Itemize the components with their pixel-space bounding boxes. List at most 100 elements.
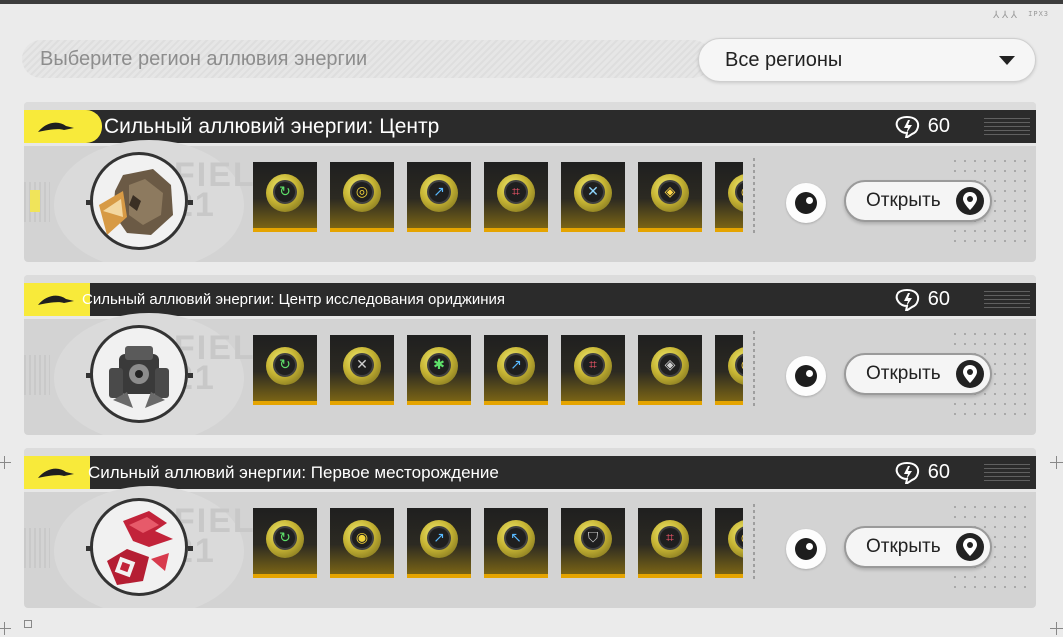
grid-glyph-icon: ⌗: [581, 353, 605, 377]
footer-box-icon: [24, 620, 32, 628]
separator: [753, 331, 755, 409]
energy-bolt-icon: [895, 115, 919, 138]
reward-item[interactable]: ↻: [253, 335, 317, 405]
bg-yellow-tab: [30, 190, 40, 212]
preview-button[interactable]: [786, 356, 826, 396]
card-title: Сильный аллювий энергии: Первое месторож…: [88, 463, 499, 482]
reward-item[interactable]: ✕: [330, 335, 394, 405]
crosshair-decoration-icon: [1050, 456, 1063, 469]
preview-eye-icon: [795, 365, 817, 387]
card-badge: [24, 110, 102, 143]
boss-portrait[interactable]: [90, 152, 188, 250]
card-badge: [24, 456, 90, 489]
card-title: Сильный аллювий энергии: Центр исследова…: [82, 291, 506, 308]
wing-emblem-icon: [38, 468, 74, 478]
reward-list: ↻ ✕ ✱ ↗ ⌗ ◈ ○: [253, 335, 743, 405]
card-body: FIELD21 ↻ ◎ ↗ ⌗ ✕ ◈ ○ Открыть: [24, 140, 1036, 262]
reward-item[interactable]: ○: [715, 335, 743, 405]
reward-item[interactable]: ⌗: [561, 335, 625, 405]
reward-item[interactable]: ✱: [407, 335, 471, 405]
card-body: FIELD21 ↻ ◉ ↗ ↖ ⛉ ⌗ ○ Открыть: [24, 486, 1036, 608]
corner-decoration-icon: ⅄ ⅄ ⅄: [993, 10, 1017, 21]
energy-cost: 60: [894, 286, 950, 313]
open-button-label: Открыть: [866, 190, 941, 211]
crosshair-decoration-icon: [0, 456, 11, 469]
diamond-glyph-icon: ◈: [658, 353, 682, 377]
map-pin-icon: [956, 533, 984, 561]
reward-item[interactable]: ↗: [484, 335, 548, 405]
cross-glyph-icon: ✕: [581, 180, 605, 204]
reward-item[interactable]: ◈: [638, 162, 702, 232]
reward-item[interactable]: ◎: [330, 162, 394, 232]
preview-eye-icon: [795, 538, 817, 560]
grid-glyph-icon: ⌗: [504, 180, 528, 204]
mech-creature-icon: [109, 346, 169, 408]
reward-item[interactable]: ✕: [561, 162, 625, 232]
wing-emblem-icon: [38, 122, 74, 132]
header-fine-print: [984, 463, 1030, 481]
card-title: Сильный аллювий энергии: Центр: [104, 115, 440, 138]
reward-item[interactable]: ⛉: [561, 508, 625, 578]
star-glyph-icon: ✱: [427, 353, 451, 377]
card-body: FIELD21 ↻ ✕ ✱ ↗ ⌗ ◈ ○: [24, 313, 1036, 435]
card-badge: [24, 283, 90, 316]
region-prompt-text: Выберите регион аллювия энергии: [22, 40, 712, 78]
grid-glyph-icon: ⌗: [658, 526, 682, 550]
reward-item[interactable]: ⌗: [484, 162, 548, 232]
boss-portrait[interactable]: [90, 498, 188, 596]
region-filter-bar: Выберите регион аллювия энергии Все реги…: [22, 38, 1036, 82]
open-button[interactable]: Открыть: [844, 353, 992, 395]
header-fine-print: [984, 290, 1030, 308]
reward-item[interactable]: ⌗: [638, 508, 702, 578]
energy-alluvium-card: Сильный аллювий энергии: Центр исследова…: [24, 275, 1036, 435]
boss-frame-pip: [188, 546, 193, 551]
arrow-glyph-icon: ↗: [427, 526, 451, 550]
energy-cost-value: 60: [927, 288, 950, 310]
eye-glyph-icon: ◉: [350, 526, 374, 550]
reward-item[interactable]: ↗: [407, 162, 471, 232]
region-dropdown[interactable]: Все регионы: [698, 38, 1036, 82]
reward-list: ↻ ◉ ↗ ↖ ⛉ ⌗ ○: [253, 508, 743, 578]
reward-item[interactable]: ◉: [330, 508, 394, 578]
map-pin-icon: [956, 187, 984, 215]
eye-glyph-icon: ◎: [350, 180, 374, 204]
boss-frame-pip: [188, 373, 193, 378]
reward-list: ↻ ◎ ↗ ⌗ ✕ ◈ ○: [253, 162, 743, 232]
energy-cost-value: 60: [927, 461, 950, 483]
card-header: Сильный аллювий энергии: Центр 60: [24, 110, 1036, 146]
arrow-glyph-icon: ↗: [504, 353, 528, 377]
dropdown-arrow-icon: [999, 56, 1015, 65]
swirl-glyph-icon: ↻: [273, 526, 297, 550]
card-header: Сильный аллювий энергии: Первое месторож…: [24, 456, 1036, 492]
preview-eye-icon: [795, 192, 817, 214]
reward-item[interactable]: ↻: [253, 162, 317, 232]
energy-cost: 60: [894, 459, 950, 486]
arrow-glyph-icon: ↖: [504, 526, 528, 550]
arrow-glyph-icon: ↗: [427, 180, 451, 204]
open-button[interactable]: Открыть: [844, 526, 992, 568]
reward-item[interactable]: ○: [715, 508, 743, 578]
card-header: Сильный аллювий энергии: Центр исследова…: [24, 283, 1036, 319]
boss-frame-pip: [188, 200, 193, 205]
open-button[interactable]: Открыть: [844, 180, 992, 222]
preview-button[interactable]: [786, 183, 826, 223]
open-button-label: Открыть: [866, 363, 941, 384]
boss-portrait[interactable]: [90, 325, 188, 423]
crosshair-decoration-icon: [0, 622, 11, 635]
reward-item[interactable]: ↖: [484, 508, 548, 578]
reward-item[interactable]: ◈: [638, 335, 702, 405]
boss-creature-icon: [99, 169, 173, 235]
shield-glyph-icon: ⛉: [581, 526, 605, 550]
top-edge-line: [0, 0, 1063, 4]
energy-cost: 60: [894, 113, 950, 140]
energy-cost-value: 60: [927, 115, 950, 137]
crystal-creature-icon: [107, 511, 173, 585]
wing-emblem-icon: [38, 295, 74, 305]
open-button-label: Открыть: [866, 536, 941, 557]
reward-item[interactable]: ↗: [407, 508, 471, 578]
reward-item[interactable]: ○: [715, 162, 743, 232]
bg-stripes: [24, 528, 50, 568]
swirl-glyph-icon: ↻: [273, 353, 297, 377]
preview-button[interactable]: [786, 529, 826, 569]
reward-item[interactable]: ↻: [253, 508, 317, 578]
